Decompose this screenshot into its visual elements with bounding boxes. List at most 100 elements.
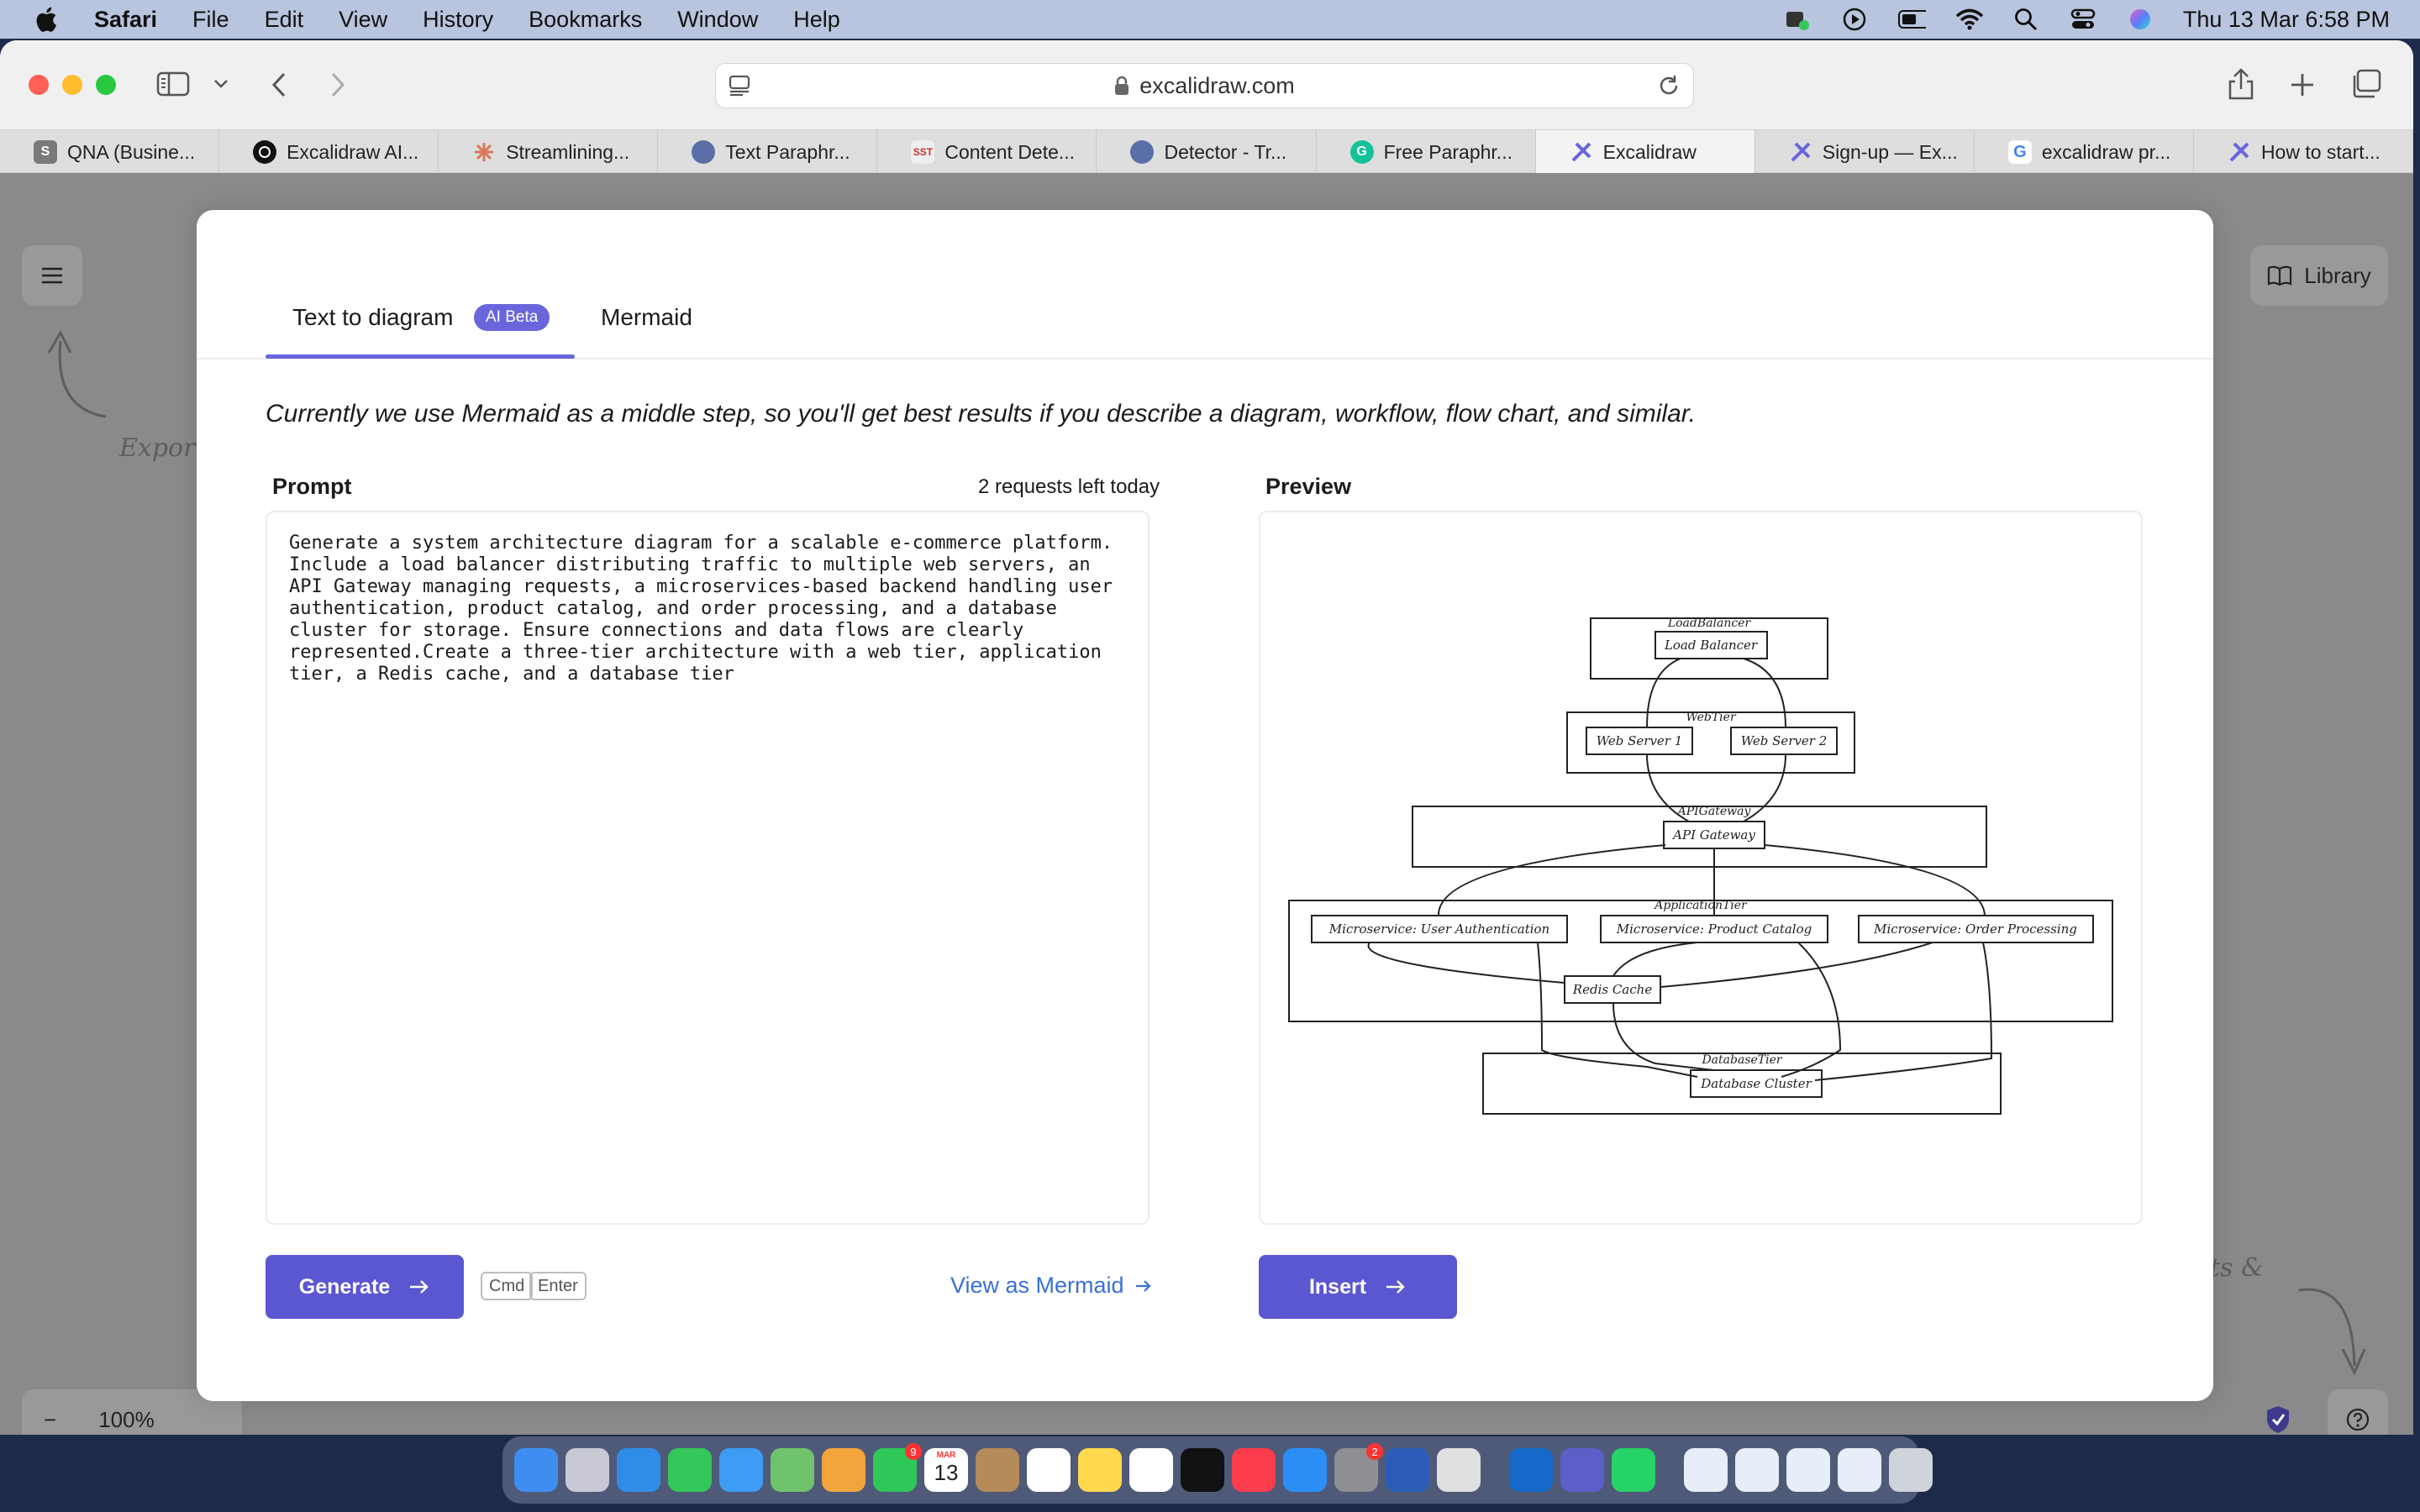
finder-icon[interactable] [514, 1448, 558, 1492]
sidebar-toggle-icon[interactable] [156, 71, 190, 97]
reload-icon[interactable] [1656, 73, 1681, 104]
apple-icon[interactable] [32, 5, 59, 34]
facetime-icon[interactable]: 9 [873, 1443, 922, 1492]
browser-tab-active[interactable]: Excalidraw [1535, 130, 1755, 174]
group-label-apigateway: APIGateway [1676, 805, 1752, 818]
browser-tab[interactable]: Gexcalidraw pr... [1975, 130, 2194, 174]
tab-overview-icon[interactable] [2349, 69, 2381, 99]
contacts-icon[interactable] [976, 1448, 1019, 1492]
node-web-server-1: Web Server 1 [1597, 733, 1683, 748]
view-as-mermaid-link[interactable]: View as Mermaid [950, 1273, 1153, 1299]
maps-icon[interactable] [771, 1448, 814, 1492]
address-bar[interactable]: excalidraw.com [715, 63, 1694, 108]
group-label-applicationtier: ApplicationTier [1653, 899, 1748, 912]
arrow-right-icon [1135, 1279, 1151, 1292]
trash-icon[interactable] [1889, 1448, 1933, 1492]
browser-tab[interactable]: Sign-up — Ex... [1755, 130, 1975, 174]
battery-icon[interactable] [1897, 7, 1926, 32]
node-web-server-2: Web Server 2 [1741, 733, 1828, 748]
browser-tab[interactable]: G Free Paraphr... [1317, 130, 1536, 174]
browser-tab[interactable]: S QNA (Busine... [0, 130, 220, 174]
recent-doc-icon[interactable] [1786, 1448, 1830, 1492]
menu-bookmarks[interactable]: Bookmarks [529, 7, 642, 33]
music-icon[interactable] [1232, 1448, 1276, 1492]
help-button[interactable] [2328, 1389, 2388, 1435]
back-icon[interactable] [269, 71, 289, 99]
window-minimize-button[interactable] [62, 75, 82, 95]
tab-mermaid[interactable]: Mermaid [601, 304, 692, 331]
whatsapp-icon[interactable] [1612, 1448, 1655, 1492]
menu-help[interactable]: Help [793, 7, 840, 33]
outlook-icon[interactable] [1509, 1448, 1553, 1492]
grammarly-icon: G [1349, 140, 1374, 164]
group-applicationtier-frame [1288, 900, 2113, 1022]
recent-doc-icon[interactable] [1838, 1448, 1881, 1492]
browser-tab[interactable]: Text Paraphr... [658, 130, 878, 174]
menu-file[interactable]: File [192, 7, 229, 33]
teams-status-icon[interactable] [1783, 7, 1812, 32]
safari-icon[interactable] [617, 1448, 660, 1492]
recent-doc-icon[interactable] [1735, 1448, 1779, 1492]
launchpad-icon[interactable] [566, 1448, 609, 1492]
browser-tab[interactable]: SST Content Dete... [877, 130, 1097, 174]
menu-window[interactable]: Window [677, 7, 758, 33]
appstore-icon[interactable] [1283, 1448, 1327, 1492]
share-icon[interactable] [2227, 67, 2255, 101]
dialog-description: Currently we use Mermaid as a middle ste… [266, 400, 1696, 428]
excalidraw-icon [2228, 140, 2251, 164]
tab-text-to-diagram[interactable]: Text to diagram [292, 304, 453, 331]
shield-icon[interactable] [2257, 1389, 2299, 1435]
freeform-icon[interactable] [1129, 1448, 1173, 1492]
teams-icon[interactable] [1560, 1448, 1604, 1492]
view-as-mermaid-label: View as Mermaid [950, 1273, 1124, 1298]
main-menu-button[interactable] [22, 245, 82, 306]
generate-label: Generate [298, 1274, 391, 1299]
calendar-icon[interactable]: MAR 13 [924, 1448, 968, 1492]
node-db: Database Cluster [1700, 1076, 1812, 1091]
insert-button[interactable]: Insert [1259, 1255, 1457, 1319]
appletv-icon[interactable] [1181, 1448, 1224, 1492]
zoom-out-button[interactable]: − [44, 1407, 56, 1433]
iphone-mirroring-icon[interactable] [1437, 1448, 1481, 1492]
hamburger-icon [42, 267, 62, 284]
mail-icon[interactable] [719, 1448, 763, 1492]
photos-icon[interactable] [822, 1448, 865, 1492]
browser-tab[interactable]: Streamlining... [439, 130, 659, 174]
forward-icon[interactable] [328, 71, 348, 99]
menu-view[interactable]: View [339, 7, 387, 33]
notification-badge: 2 [1366, 1443, 1383, 1460]
menu-app-safari[interactable]: Safari [94, 7, 157, 33]
library-label: Library [2304, 262, 2371, 288]
calendar-day: 13 [934, 1460, 959, 1485]
new-tab-icon[interactable] [2289, 71, 2316, 98]
library-button[interactable]: Library [2250, 245, 2388, 306]
node-load-balancer: Load Balancer [1664, 638, 1758, 653]
tab-bar: S QNA (Busine... Excalidraw AI... Streaml… [0, 129, 2413, 174]
browser-tab[interactable]: Excalidraw AI... [219, 130, 439, 174]
recent-doc-icon[interactable] [1684, 1448, 1728, 1492]
reminders-icon[interactable] [1027, 1448, 1071, 1492]
generate-button[interactable]: Generate [266, 1255, 464, 1319]
siri-icon[interactable] [2126, 7, 2154, 32]
active-tab-indicator [266, 354, 575, 359]
play-icon[interactable] [1840, 7, 1869, 32]
search-icon[interactable] [2012, 7, 2040, 32]
window-zoom-button[interactable] [96, 75, 116, 95]
zoom-level[interactable]: 100% [98, 1407, 155, 1433]
menu-edit[interactable]: Edit [265, 7, 304, 33]
page-menu-icon[interactable] [728, 74, 751, 103]
wifi-icon[interactable] [1954, 7, 1983, 32]
menu-history[interactable]: History [423, 7, 493, 33]
browser-tab[interactable]: How to start... [2194, 130, 2413, 174]
chevron-down-icon[interactable] [213, 78, 229, 90]
control-center-icon[interactable] [2069, 7, 2097, 32]
edge-redis-db [1612, 1002, 1715, 1071]
notes-icon[interactable] [1078, 1448, 1122, 1492]
messages-icon[interactable] [668, 1448, 712, 1492]
menubar-clock[interactable]: Thu 13 Mar 6:58 PM [2183, 7, 2390, 33]
prompt-textarea[interactable]: Generate a system architecture diagram f… [266, 511, 1150, 1225]
browser-tab[interactable]: Detector - Tr... [1097, 130, 1317, 174]
word-icon[interactable] [1386, 1448, 1429, 1492]
window-close-button[interactable] [29, 75, 49, 95]
settings-icon[interactable]: 2 [1334, 1443, 1383, 1492]
